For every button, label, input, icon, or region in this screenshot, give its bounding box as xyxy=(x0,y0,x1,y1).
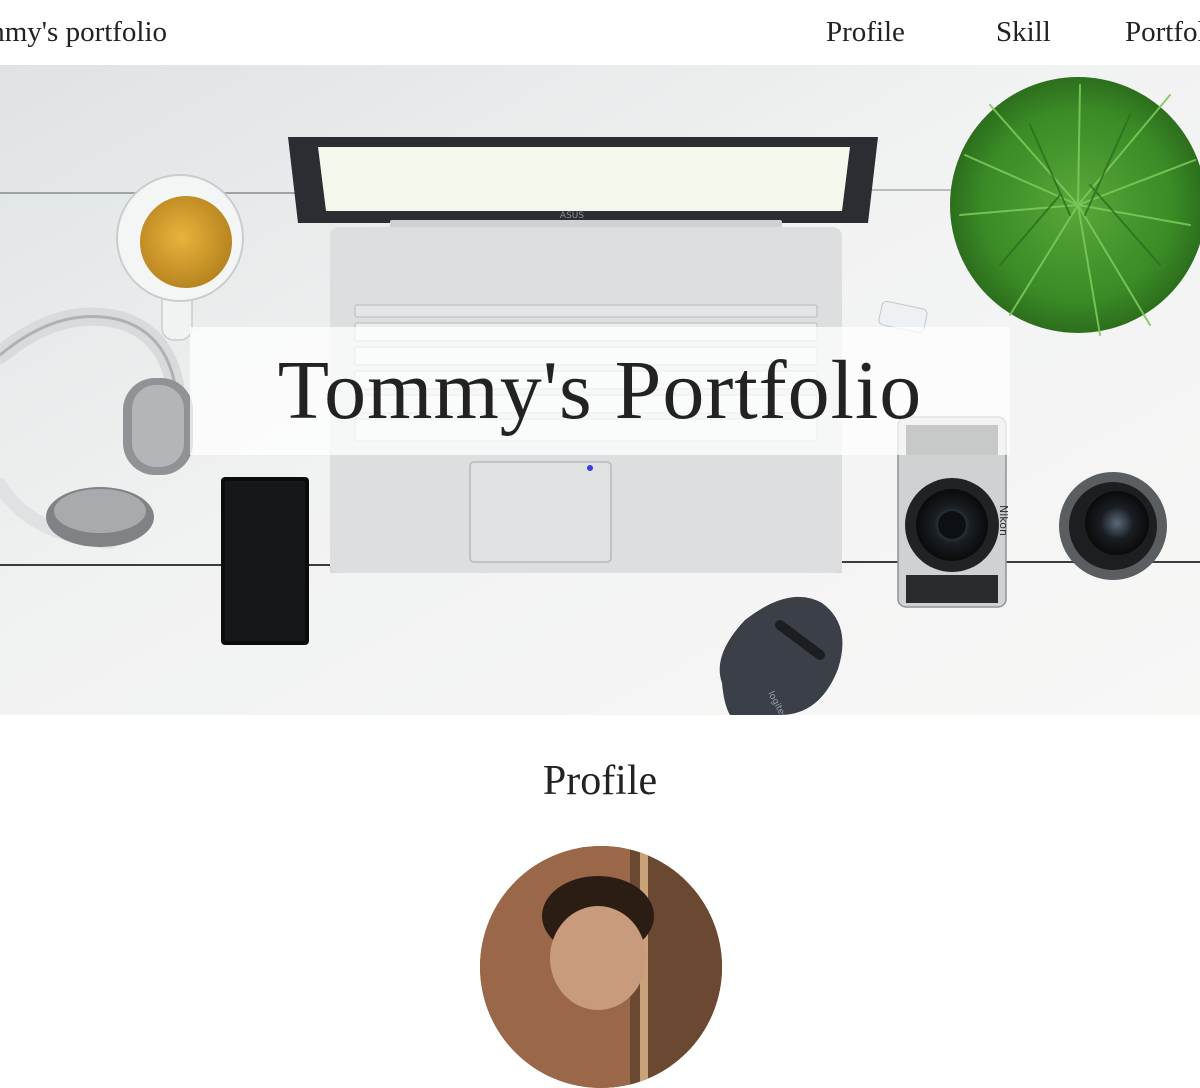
hero-title: Tommy's Portfolio xyxy=(277,344,923,437)
nav-link-skill[interactable]: Skill xyxy=(996,14,1051,50)
profile-photo xyxy=(480,846,722,1088)
nav-link-profile[interactable]: Profile xyxy=(826,14,905,50)
site-header: Tommy's portfolio Profile Skill Portfoli… xyxy=(0,0,1200,65)
site-logo-link[interactable]: Tommy's portfolio xyxy=(0,14,167,50)
nav-link-portfolio[interactable]: Portfolio xyxy=(1125,14,1200,50)
hero-section: ASUS logitech Nikon Tommy's Portfolio xyxy=(0,65,1200,715)
profile-avatar xyxy=(480,846,722,1088)
profile-section-title: Profile xyxy=(542,758,658,804)
laptop-brand-label: ASUS xyxy=(560,211,584,221)
camera-brand-label: Nikon xyxy=(997,505,1010,536)
smartphone-image xyxy=(221,477,309,645)
